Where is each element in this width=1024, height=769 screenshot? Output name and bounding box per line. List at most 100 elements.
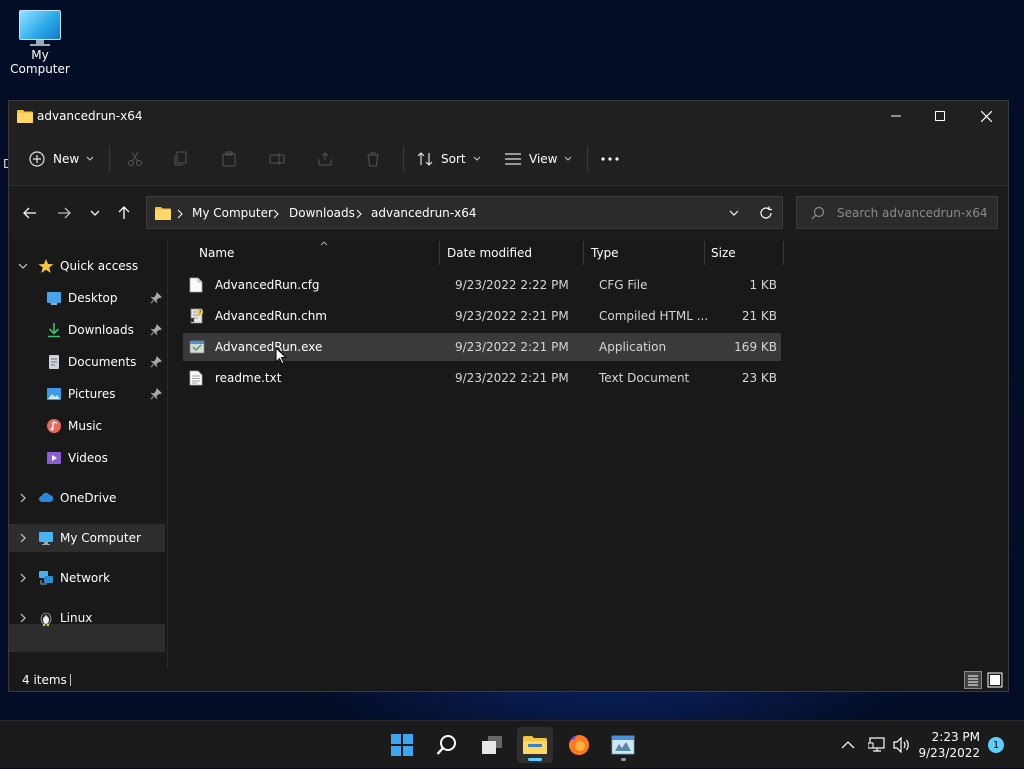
share-icon: [318, 151, 332, 165]
windows-logo-icon: [391, 734, 413, 756]
search-icon: [811, 206, 825, 220]
column-resize-handle[interactable]: [704, 241, 705, 265]
sort-button[interactable]: Sort: [417, 131, 481, 186]
document-icon: [49, 355, 59, 369]
navigation-pane: Quick access Desktop Downloads Documents…: [9, 239, 167, 669]
monitor-icon: [19, 10, 61, 46]
file-size: 169 KB: [734, 340, 777, 354]
sidebar-item-downloads[interactable]: Downloads: [9, 316, 165, 344]
breadcrumb-current-folder[interactable]: advancedrun-x64: [371, 206, 476, 220]
star-icon: [38, 259, 54, 273]
breadcrumb-my-computer[interactable]: My Computer: [192, 206, 273, 220]
sidebar-item-linux[interactable]: Linux: [9, 604, 165, 632]
sidebar-item-music[interactable]: Music: [9, 412, 165, 440]
search-icon: [436, 735, 456, 755]
pin-icon[interactable]: [150, 388, 162, 400]
task-view-button[interactable]: [474, 727, 510, 763]
volume-button[interactable]: [893, 721, 911, 769]
sidebar-item-videos[interactable]: Videos: [9, 444, 165, 472]
desktop-icon-my-computer[interactable]: My Computer: [2, 8, 78, 76]
sidebar-item-network[interactable]: Network: [9, 564, 165, 592]
sort-ascending-icon: [320, 241, 328, 246]
cut-button[interactable]: [127, 131, 143, 186]
paste-button[interactable]: [221, 131, 237, 186]
column-header-date-modified[interactable]: Date modified: [447, 239, 532, 267]
video-icon: [47, 452, 61, 464]
arrow-right-icon: [58, 207, 71, 219]
table-row[interactable]: AdvancedRun.cfg 9/23/2022 2:22 PM CFG Fi…: [183, 271, 781, 299]
show-hidden-icons-button[interactable]: [841, 721, 855, 769]
help-file-icon: ?: [190, 308, 203, 324]
table-row[interactable]: readme.txt 9/23/2022 2:21 PM Text Docume…: [183, 364, 781, 392]
taskbar: 2:23 PM 9/23/2022 1: [0, 720, 1024, 768]
breadcrumb-downloads[interactable]: Downloads: [289, 206, 355, 220]
column-header-type[interactable]: Type: [591, 239, 619, 267]
table-row[interactable]: ? AdvancedRun.chm 9/23/2022 2:21 PM Comp…: [183, 302, 781, 330]
monitor-icon: [39, 532, 53, 545]
file-date: 9/23/2022 2:21 PM: [455, 309, 569, 323]
chevron-right-icon[interactable]: [18, 533, 28, 543]
pin-icon[interactable]: [150, 356, 162, 368]
start-button[interactable]: [384, 727, 420, 763]
column-header-name[interactable]: Name: [199, 239, 234, 267]
search-button[interactable]: [429, 727, 465, 763]
column-resize-handle[interactable]: [439, 241, 440, 265]
chevron-down-icon[interactable]: [729, 210, 739, 216]
address-bar[interactable]: My Computer Downloads advancedrun-x64: [146, 196, 783, 229]
maximize-button[interactable]: [917, 101, 963, 131]
sidebar-label: Videos: [68, 451, 108, 465]
chevron-right-icon[interactable]: [18, 613, 28, 623]
svg-text:?: ?: [199, 310, 202, 316]
trash-icon: [367, 152, 379, 166]
search-placeholder: Search advancedrun-x64: [837, 206, 988, 220]
network-status-button[interactable]: [868, 721, 886, 769]
table-row[interactable]: AdvancedRun.exe 9/23/2022 2:21 PM Applic…: [183, 333, 781, 361]
pane-divider[interactable]: [167, 239, 168, 669]
column-resize-handle[interactable]: [783, 241, 784, 265]
pin-icon[interactable]: [150, 292, 162, 304]
tiles-view-button[interactable]: [986, 671, 1004, 689]
title-bar[interactable]: advancedrun-x64: [9, 101, 1008, 131]
chevron-right-icon: [356, 209, 362, 219]
notification-badge[interactable]: 1: [988, 737, 1004, 753]
column-header-size[interactable]: Size: [711, 239, 736, 267]
search-input[interactable]: Search advancedrun-x64: [796, 196, 998, 229]
column-resize-handle[interactable]: [583, 241, 584, 265]
taskbar-file-explorer[interactable]: [517, 727, 553, 763]
chevron-right-icon[interactable]: [18, 493, 28, 503]
clock[interactable]: 2:23 PM 9/23/2022: [916, 729, 980, 761]
forward-button[interactable]: [53, 202, 75, 224]
sort-icon: [417, 151, 433, 166]
delete-button[interactable]: [365, 131, 381, 186]
details-view-button[interactable]: [964, 671, 982, 689]
sidebar-item-my-computer[interactable]: My Computer: [9, 524, 165, 552]
sidebar-item-pictures[interactable]: Pictures: [9, 380, 165, 408]
sidebar-item-quick-access[interactable]: Quick access: [9, 252, 165, 280]
pin-icon[interactable]: [150, 324, 162, 336]
command-bar: New Sort View: [9, 131, 1008, 186]
recent-locations-button[interactable]: [84, 202, 106, 224]
taskbar-advancedrun[interactable]: [605, 727, 641, 763]
view-button[interactable]: View: [505, 131, 572, 186]
more-options-button[interactable]: [601, 131, 619, 186]
close-button[interactable]: [963, 101, 1009, 131]
rename-icon: [269, 152, 285, 165]
chevron-right-icon[interactable]: [18, 573, 28, 583]
chevron-down-icon[interactable]: [18, 261, 28, 271]
share-button[interactable]: [317, 131, 333, 186]
sidebar-item-documents[interactable]: Documents: [9, 348, 165, 376]
minimize-button[interactable]: [873, 101, 919, 131]
rename-button[interactable]: [269, 131, 285, 186]
sidebar-item-desktop[interactable]: Desktop: [9, 284, 165, 312]
sidebar-item-onedrive[interactable]: OneDrive: [9, 484, 165, 512]
sidebar-label: Desktop: [68, 291, 118, 305]
up-button[interactable]: [113, 202, 135, 224]
back-button[interactable]: [19, 202, 41, 224]
sidebar-label: Documents: [68, 355, 137, 369]
ethernet-icon: [868, 737, 885, 752]
taskbar-firefox[interactable]: [561, 727, 597, 763]
firefox-icon: [569, 734, 590, 755]
refresh-icon[interactable]: [759, 206, 773, 220]
copy-button[interactable]: [173, 131, 189, 186]
new-button[interactable]: New: [29, 131, 94, 186]
